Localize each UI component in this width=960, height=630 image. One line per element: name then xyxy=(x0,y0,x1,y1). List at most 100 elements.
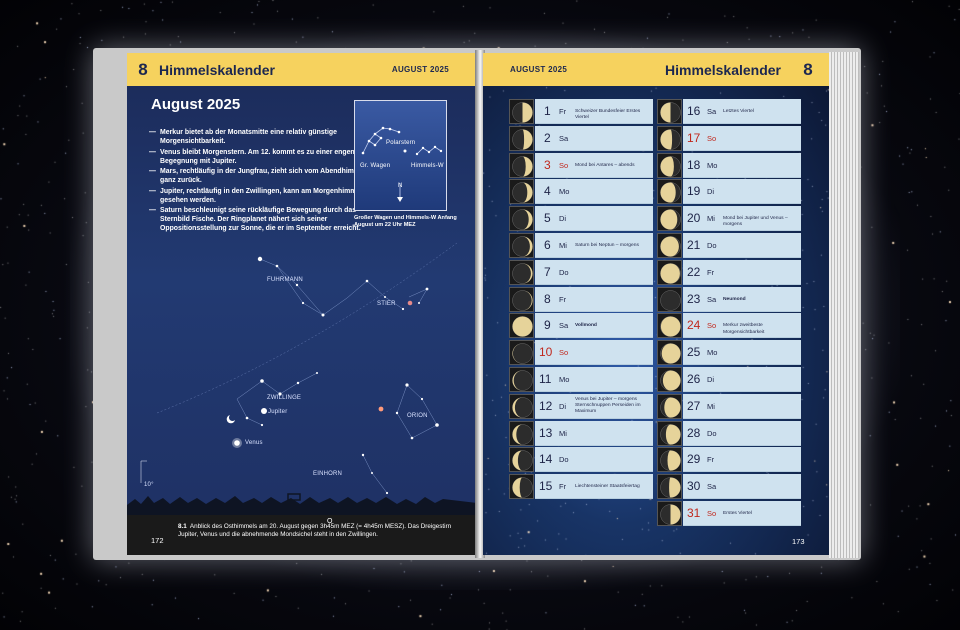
calendar-day-row: 12 Di Venus bei Jupiter – morgens Sternsch… xyxy=(509,393,653,419)
calendar-day-row: 26 Di xyxy=(657,367,801,392)
day-number: 16 xyxy=(687,104,701,118)
day-number: 1 xyxy=(544,104,551,118)
left-page: 8 Himmelskalender AUGUST 2025 August 202… xyxy=(127,53,477,555)
calendar-day-row: 15 Fr Liechtensteiner Staatsfeiertag xyxy=(509,474,653,500)
moon-phase-icon xyxy=(657,99,682,124)
calendar-day-cell: 7 Do xyxy=(535,259,653,285)
moon-phase-icon xyxy=(657,501,682,526)
day-number: 21 xyxy=(687,238,701,252)
moon-phase-icon xyxy=(509,152,534,178)
moon-phase-icon xyxy=(657,393,682,419)
moon-phase-icon xyxy=(657,420,682,446)
calendar-day-row: 17 So xyxy=(657,125,801,151)
weekday: Mi xyxy=(559,241,567,250)
weekday: Mi xyxy=(559,428,567,438)
calendar-day-row: 14 Do xyxy=(509,447,653,473)
weekday: Fr xyxy=(559,107,567,116)
calendar-day-cell: 12 Di Venus bei Jupiter – morgens Sternsch… xyxy=(535,393,653,419)
calendar-day-cell: 22 Fr xyxy=(683,259,801,285)
moon-phase-icon xyxy=(657,152,682,178)
weekday: Sa xyxy=(559,133,569,143)
weekday: Fr xyxy=(707,455,715,465)
day-note: Erstes Viertel xyxy=(723,511,752,516)
chapter-title: Himmelskalender xyxy=(665,61,781,78)
weekday: So xyxy=(707,509,717,518)
calendar-day-row: 20 Mi Mond bei Jupiter und Venus – morgens xyxy=(657,206,801,232)
calendar-day-row: 24 So Merkur zweitbeste Morgensichtbarkeit xyxy=(657,313,801,339)
day-number: 10 xyxy=(539,345,553,360)
calendar-day-row: 31 So Erstes Viertel xyxy=(657,501,801,526)
day-number: 5 xyxy=(544,211,551,226)
moon-phase-icon xyxy=(657,179,682,205)
day-note: Liechtensteiner Staatsfeiertag xyxy=(575,484,640,490)
calendar-day-cell: 25 Mo xyxy=(683,340,801,366)
moon-phase-icon xyxy=(509,313,534,339)
weekday: Di xyxy=(559,401,567,411)
moon-phase-icon xyxy=(657,447,682,473)
day-note: Mond bei Antares – abends xyxy=(575,162,635,168)
weekday: Do xyxy=(707,428,717,438)
calendar-day-row: 25 Mo xyxy=(657,340,801,366)
calendar-day-row: 9 Sa Vollmond xyxy=(509,313,653,339)
calendar-day-cell: 2 Sa xyxy=(535,125,653,151)
calendar-day-row: 11 Mo xyxy=(509,367,653,392)
moon-phase-icon xyxy=(509,259,534,285)
moon-phase-icon xyxy=(509,393,534,419)
month-label: AUGUST 2025 xyxy=(510,65,568,74)
calendar-day-cell: 5 Di xyxy=(535,206,653,232)
day-number: 6 xyxy=(544,238,551,252)
calendar-day-row: 3 So Mond bei Antares – abends xyxy=(509,152,653,178)
day-number: 3 xyxy=(544,157,551,172)
moon-phase-icon xyxy=(657,340,682,366)
day-note: Saturn bei Neptun – morgens xyxy=(575,243,639,248)
calendar-day-cell: 9 Sa Vollmond xyxy=(535,313,653,339)
moon-phase-icon xyxy=(657,233,682,258)
weekday: Do xyxy=(707,241,717,250)
altitude-label: 10° xyxy=(144,482,154,488)
page-edges xyxy=(829,52,859,558)
moon-phase-icon xyxy=(509,179,534,205)
calendar-day-cell: 28 Do xyxy=(683,420,801,446)
calendar-day-cell: 27 Mi xyxy=(683,393,801,419)
day-number: 25 xyxy=(687,345,701,360)
day-number: 7 xyxy=(544,264,551,279)
day-number: 18 xyxy=(687,157,701,172)
calendar-day-cell: 29 Fr xyxy=(683,447,801,473)
day-number: 24 xyxy=(687,318,701,333)
weekday: Sa xyxy=(559,321,569,331)
figure-number: 8.1 xyxy=(178,523,187,530)
weekday: So xyxy=(707,133,717,143)
calendar-day-row: 5 Di xyxy=(509,206,653,232)
moon-phase-icon xyxy=(509,206,534,232)
day-number: 9 xyxy=(544,318,551,333)
weekday: So xyxy=(559,160,569,170)
planet-label-venus: Venus xyxy=(245,440,263,446)
weekday: Mi xyxy=(707,401,715,411)
figure-caption-text: Anblick des Osthimmels am 20. August geg… xyxy=(178,523,452,538)
weekday: Mo xyxy=(559,187,570,197)
day-number: 28 xyxy=(687,425,701,440)
day-note: Mond bei Jupiter und Venus – morgens xyxy=(723,216,788,228)
calendar-day-cell: 10 So xyxy=(535,340,653,366)
calendar-day-row: 18 Mo xyxy=(657,152,801,178)
moon-phase-icon xyxy=(657,259,682,285)
day-number: 15 xyxy=(539,479,553,494)
calendar-day-row: 7 Do xyxy=(509,259,653,285)
day-number: 23 xyxy=(687,291,701,306)
calendar-day-row: 27 Mi xyxy=(657,393,801,419)
calendar-day-cell: 16 Sa Letztes Viertel xyxy=(683,99,801,124)
weekday: Fr xyxy=(559,482,567,492)
day-number: 19 xyxy=(687,184,701,199)
moon-phase-icon xyxy=(657,313,682,339)
moon-phase-icon xyxy=(657,474,682,500)
weekday: Sa xyxy=(707,482,717,492)
moon-phase-icon xyxy=(509,286,534,312)
calendar-day-cell: 3 So Mond bei Antares – abends xyxy=(535,152,653,178)
day-number: 30 xyxy=(687,479,701,494)
calendar-day-cell: 23 Sa Neumond xyxy=(683,286,801,312)
calendar-day-cell: 14 Do xyxy=(535,447,653,473)
day-number: 17 xyxy=(687,130,701,145)
day-number: 27 xyxy=(687,398,701,413)
planet-label-jupiter: Jupiter xyxy=(268,409,288,415)
calendar-day-row: 16 Sa Letztes Viertel xyxy=(657,99,801,124)
